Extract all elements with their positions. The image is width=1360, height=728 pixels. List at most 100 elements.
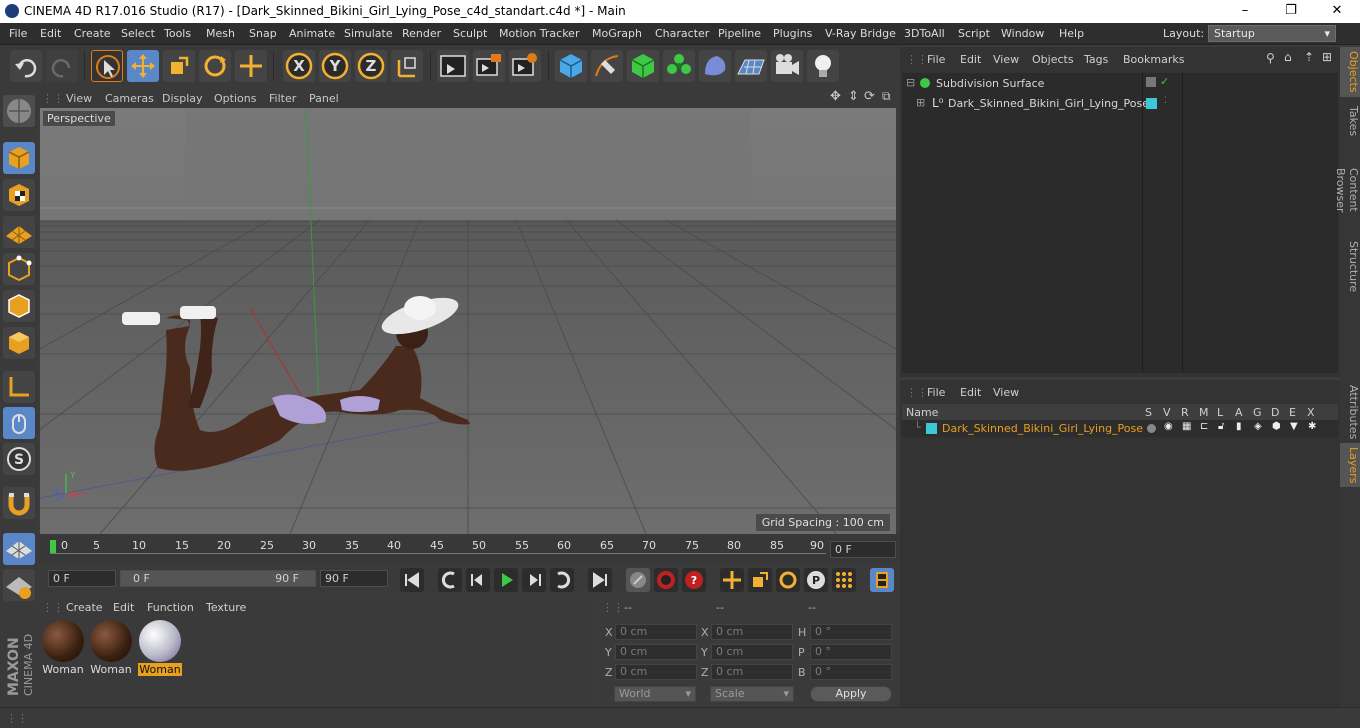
column-render[interactable]: R [1181, 406, 1189, 419]
tab-attributes[interactable]: Attributes [1340, 381, 1360, 441]
tab-objects[interactable]: Objects [1340, 47, 1360, 97]
previous-keyframe-button[interactable] [438, 568, 462, 592]
parameter-key-button[interactable]: P [804, 568, 828, 592]
object-menu-bookmarks[interactable]: Bookmarks [1123, 53, 1184, 66]
drag-handle-icon[interactable]: ⋮⋮ [42, 92, 64, 105]
light-button[interactable] [807, 50, 839, 82]
perspective-viewport[interactable]: Y X Z Perspective Grid Spacing : 100 cm [40, 108, 896, 534]
object-menu-objects[interactable]: Objects [1032, 53, 1074, 66]
size-y-field[interactable]: 0 cm [711, 644, 793, 660]
column-expressions[interactable]: E [1289, 406, 1296, 419]
previous-frame-button[interactable] [466, 568, 490, 592]
menu-motion-tracker[interactable]: Motion Tracker [499, 27, 579, 40]
rotate-tool-button[interactable] [199, 50, 231, 82]
live-selection-button[interactable] [235, 50, 267, 82]
timeline-ruler[interactable]: 0 5 10 15 20 25 30 35 40 45 50 55 60 65 … [38, 534, 900, 564]
render-picture-viewer-button[interactable] [473, 50, 505, 82]
object-menu-file[interactable]: File [927, 53, 945, 66]
menu-3dtoall[interactable]: 3DToAll [904, 27, 945, 40]
rot-b-field[interactable]: 0 ° [810, 664, 892, 680]
camera-button[interactable] [771, 50, 803, 82]
viewport-menu-filter[interactable]: Filter [269, 92, 296, 105]
autokeying-button[interactable] [654, 568, 678, 592]
points-mode-button[interactable] [3, 253, 35, 285]
column-manager[interactable]: M [1199, 406, 1209, 419]
layer-color-swatch[interactable] [926, 423, 937, 434]
redo-button[interactable] [46, 50, 78, 82]
menu-mograph[interactable]: MoGraph [592, 27, 642, 40]
layer-name[interactable]: Dark_Skinned_Bikini_Girl_Lying_Pose [942, 422, 1143, 435]
snap-button[interactable]: S [3, 443, 35, 475]
object-row[interactable]: ⊟ Subdivision Surface ✓ [902, 75, 1338, 93]
render-settings-button[interactable] [509, 50, 541, 82]
drag-handle-icon[interactable]: ⋮⋮ [906, 386, 928, 399]
menu-mesh[interactable]: Mesh [206, 27, 235, 40]
make-editable-button[interactable] [3, 95, 35, 127]
material-swatch-selected[interactable]: Woman [138, 620, 182, 676]
material-menu-create[interactable]: Create [66, 601, 103, 614]
menu-window[interactable]: Window [1001, 27, 1044, 40]
menu-render[interactable]: Render [402, 27, 441, 40]
material-menu-texture[interactable]: Texture [206, 601, 246, 614]
point-level-animation-button[interactable] [832, 568, 856, 592]
scale-tool-button[interactable] [163, 50, 195, 82]
pen-spline-button[interactable] [591, 50, 623, 82]
collapse-icon[interactable]: ⊟ [906, 76, 915, 89]
material-swatch[interactable]: Woman [89, 620, 133, 676]
render-view-button[interactable] [437, 50, 469, 82]
y-axis-lock-button[interactable]: Y [319, 50, 351, 82]
viewport-menu-view[interactable]: View [66, 92, 92, 105]
layer-menu-view[interactable]: View [993, 386, 1019, 399]
subdivision-surface-button[interactable] [627, 50, 659, 82]
drag-handle-icon[interactable]: ⋮⋮ [42, 601, 64, 614]
new-panel-icon[interactable]: ⊞ [1322, 50, 1332, 64]
expression-icon[interactable]: ▼ [1290, 421, 1298, 432]
drag-handle-icon[interactable]: ⋮⋮ [602, 601, 624, 614]
timeline-button[interactable] [870, 568, 894, 592]
rot-h-field[interactable]: 0 ° [810, 624, 892, 640]
viewport-menu-options[interactable]: Options [214, 92, 256, 105]
maximize-view-icon[interactable]: ⧉ [882, 89, 891, 104]
column-xrefs[interactable]: X [1307, 406, 1315, 419]
tab-layers[interactable]: Layers [1340, 443, 1360, 487]
drag-handle-icon[interactable]: ⋮⋮ [6, 712, 28, 725]
cloner-button[interactable] [663, 50, 695, 82]
next-frame-button[interactable] [522, 568, 546, 592]
move-tool-button[interactable] [127, 50, 159, 82]
tab-takes[interactable]: Takes [1340, 99, 1360, 143]
menu-script[interactable]: Script [958, 27, 990, 40]
menu-character[interactable]: Character [655, 27, 709, 40]
grid-snap-button[interactable] [3, 569, 35, 601]
menu-sculpt[interactable]: Sculpt [453, 27, 487, 40]
render-clapper-icon[interactable]: ▦ [1182, 421, 1191, 432]
menu-vray-bridge[interactable]: V-Ray Bridge [825, 27, 896, 40]
column-deformers[interactable]: D [1271, 406, 1279, 419]
current-frame-field[interactable]: 0 F [830, 541, 896, 558]
pos-z-field[interactable]: 0 cm [615, 664, 697, 680]
go-to-start-button[interactable] [400, 568, 424, 592]
menu-plugins[interactable]: Plugins [773, 27, 812, 40]
cube-primitive-button[interactable] [555, 50, 587, 82]
drag-handle-icon[interactable]: ⋮⋮ [906, 53, 928, 66]
menu-pipeline[interactable]: Pipeline [718, 27, 761, 40]
menu-help[interactable]: Help [1059, 27, 1084, 40]
object-row[interactable]: ⊞ L⁰ Dark_Skinned_Bikini_Girl_Lying_Pose… [902, 95, 1338, 113]
menu-animate[interactable]: Animate [289, 27, 335, 40]
texture-mode-button[interactable] [3, 179, 35, 211]
polygons-mode-button[interactable] [3, 327, 35, 359]
menu-simulate[interactable]: Simulate [344, 27, 393, 40]
object-menu-tags[interactable]: Tags [1084, 53, 1108, 66]
menu-create[interactable]: Create [74, 27, 111, 40]
rot-p-field[interactable]: 0 ° [810, 644, 892, 660]
layer-color-chip[interactable] [1146, 98, 1157, 109]
column-name[interactable]: Name [906, 406, 938, 419]
viewport-menu-cameras[interactable]: Cameras [105, 92, 154, 105]
floor-button[interactable] [735, 50, 767, 82]
playhead-marker[interactable] [50, 540, 56, 554]
keyframe-selection-button[interactable]: ? [682, 568, 706, 592]
home-icon[interactable]: ⌂ [1284, 50, 1292, 64]
frame-range-slider[interactable]: 0 F 90 F [120, 570, 316, 587]
move-view-icon[interactable]: ✥ [830, 89, 841, 104]
position-key-button[interactable] [720, 568, 744, 592]
maximize-button[interactable]: ❐ [1268, 0, 1314, 23]
